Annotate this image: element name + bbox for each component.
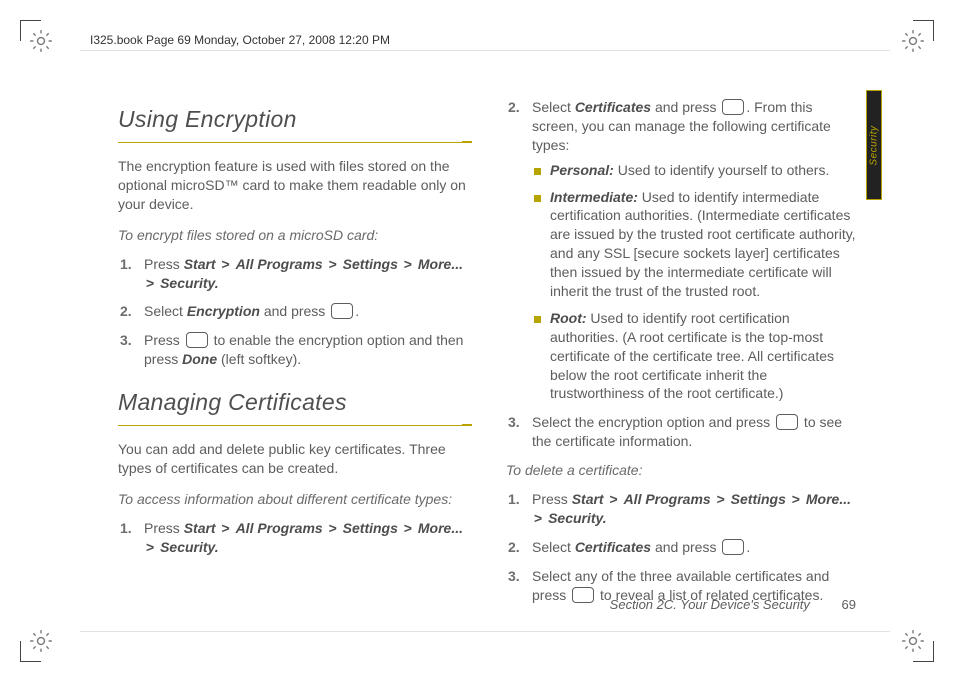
gear-icon xyxy=(28,628,54,654)
ok-button-icon xyxy=(186,332,208,348)
text: Used to identify yourself to others. xyxy=(614,162,830,178)
menu-path-more: More... xyxy=(418,520,463,536)
ok-button-icon xyxy=(572,587,594,603)
text: Select xyxy=(532,99,575,115)
option-encryption: Encryption xyxy=(187,303,260,319)
menu-path-all-programs: All Programs xyxy=(236,520,323,536)
text: Select xyxy=(144,303,187,319)
chevron: > xyxy=(327,520,339,536)
menu-path-all-programs: All Programs xyxy=(624,491,711,507)
instruction-label: To access information about different ce… xyxy=(118,490,472,509)
step-item: Press to enable the encryption option an… xyxy=(118,331,472,369)
binder-rule xyxy=(80,631,890,632)
paragraph: The encryption feature is used with file… xyxy=(118,157,472,214)
step-item: Press Start > All Programs > Settings > … xyxy=(506,490,860,528)
section-tab-security: Security xyxy=(866,90,882,200)
chevron: > xyxy=(790,491,802,507)
chevron: > xyxy=(402,256,414,272)
chevron: > xyxy=(144,275,156,291)
text: and press xyxy=(651,539,720,555)
steps-list: Press Start > All Programs > Settings > … xyxy=(118,519,472,557)
right-column: Select Certificates and press . From thi… xyxy=(506,98,860,587)
chevron: > xyxy=(532,510,544,526)
text: . xyxy=(746,539,750,555)
bullet-intermediate: Intermediate: Used to identify intermedi… xyxy=(532,188,860,301)
instruction-label: To encrypt files stored on a microSD car… xyxy=(118,226,472,245)
menu-path-security: Security. xyxy=(548,510,607,526)
ok-button-icon xyxy=(722,539,744,555)
bullet-root: Root: Used to identify root certificatio… xyxy=(532,309,860,403)
step-item: Select the encryption option and press t… xyxy=(506,413,860,451)
steps-list: Press Start > All Programs > Settings > … xyxy=(118,255,472,369)
bullet-personal: Personal: Used to identify yourself to o… xyxy=(532,161,860,180)
ok-button-icon xyxy=(331,303,353,319)
chevron: > xyxy=(144,539,156,555)
heading-rule xyxy=(118,422,472,426)
certificate-types-list: Personal: Used to identify yourself to o… xyxy=(532,161,860,404)
chevron: > xyxy=(327,256,339,272)
text: and press xyxy=(260,303,329,319)
left-column: Using Encryption The encryption feature … xyxy=(118,98,472,587)
steps-list-cont: Select Certificates and press . From thi… xyxy=(506,98,860,451)
step-item: Press Start > All Programs > Settings > … xyxy=(118,519,472,557)
paragraph: You can add and delete public key certif… xyxy=(118,440,472,478)
menu-path-start: Start xyxy=(184,520,216,536)
menu-path-start: Start xyxy=(572,491,604,507)
text: Select xyxy=(532,539,575,555)
gear-icon xyxy=(28,28,54,54)
text: Press xyxy=(144,256,184,272)
text: and press xyxy=(651,99,720,115)
step-item: Press Start > All Programs > Settings > … xyxy=(118,255,472,293)
menu-path-security: Security. xyxy=(160,275,219,291)
step-item: Select Certificates and press . xyxy=(506,538,860,557)
softkey-done: Done xyxy=(182,351,217,367)
ok-button-icon xyxy=(776,414,798,430)
page: I325.book Page 69 Monday, October 27, 20… xyxy=(0,0,954,682)
gear-icon xyxy=(900,28,926,54)
menu-path-security: Security. xyxy=(160,539,219,555)
chevron: > xyxy=(607,491,619,507)
menu-path-settings: Settings xyxy=(343,256,398,272)
binder-header: I325.book Page 69 Monday, October 27, 20… xyxy=(90,33,390,47)
page-footer: Section 2C. Your Device's Security 69 xyxy=(610,597,856,612)
text: Press xyxy=(144,332,184,348)
label-intermediate: Intermediate: xyxy=(550,189,638,205)
text: Press xyxy=(532,491,572,507)
text: Used to identify intermediate certificat… xyxy=(550,189,856,299)
footer-section: Section 2C. Your Device's Security xyxy=(610,597,810,612)
content-area: Using Encryption The encryption feature … xyxy=(118,98,860,587)
text: Press xyxy=(144,520,184,536)
label-root: Root: xyxy=(550,310,587,326)
menu-path-settings: Settings xyxy=(343,520,398,536)
heading-rule xyxy=(118,139,472,143)
page-number: 69 xyxy=(842,597,856,612)
chevron: > xyxy=(219,256,231,272)
menu-path-settings: Settings xyxy=(731,491,786,507)
binder-rule xyxy=(80,50,890,51)
text: Select the encryption option and press xyxy=(532,414,774,430)
chevron: > xyxy=(715,491,727,507)
ok-button-icon xyxy=(722,99,744,115)
text: (left softkey). xyxy=(217,351,301,367)
option-certificates: Certificates xyxy=(575,99,651,115)
chevron: > xyxy=(402,520,414,536)
text: Used to identify root certification auth… xyxy=(550,310,834,402)
gear-icon xyxy=(900,628,926,654)
menu-path-more: More... xyxy=(806,491,851,507)
step-item: Select Encryption and press . xyxy=(118,302,472,321)
heading-managing-certificates: Managing Certificates xyxy=(118,387,472,418)
menu-path-start: Start xyxy=(184,256,216,272)
menu-path-more: More... xyxy=(418,256,463,272)
chevron: > xyxy=(219,520,231,536)
steps-list: Press Start > All Programs > Settings > … xyxy=(506,490,860,604)
instruction-label: To delete a certificate: xyxy=(506,461,860,480)
menu-path-all-programs: All Programs xyxy=(236,256,323,272)
step-item: Select Certificates and press . From thi… xyxy=(506,98,860,403)
text: . xyxy=(355,303,359,319)
section-tab-label: Security xyxy=(869,125,880,165)
heading-using-encryption: Using Encryption xyxy=(118,104,472,135)
label-personal: Personal: xyxy=(550,162,614,178)
option-certificates: Certificates xyxy=(575,539,651,555)
